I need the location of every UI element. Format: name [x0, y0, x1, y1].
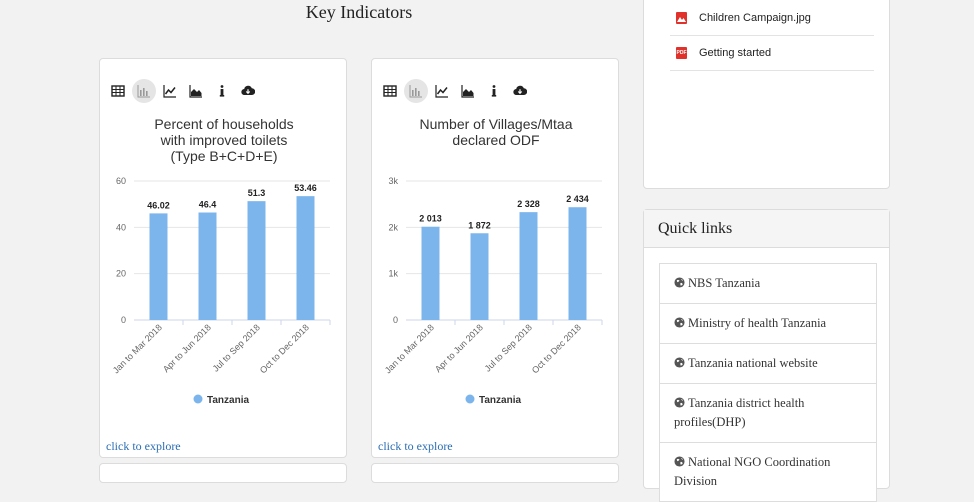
x-tick-label: Oct to Dec 2018	[530, 322, 583, 375]
y-tick-label: 1k	[388, 269, 398, 279]
globe-icon	[674, 357, 685, 368]
quick-link-label: Tanzania national website	[688, 356, 818, 370]
chart-odf: Number of Villages/Mtaa declared ODF 0 1k 2k…	[383, 116, 603, 407]
globe-icon	[674, 317, 685, 328]
quick-link-label: Tanzania district health profiles(DHP)	[674, 396, 805, 429]
quick-link-item[interactable]: Ministry of health Tanzania	[660, 304, 876, 344]
x-tick-label: Jan to Mar 2018	[111, 322, 164, 375]
bar[interactable]	[470, 233, 489, 320]
x-tick-label: Jul to Sep 2018	[211, 322, 262, 373]
globe-icon	[674, 456, 685, 467]
legend-label: Tanzania	[207, 395, 249, 406]
quick-link-item[interactable]: National NGO Coordination Division	[660, 443, 876, 502]
x-tick-label: Jan to Mar 2018	[383, 322, 436, 375]
legend-marker	[465, 394, 475, 404]
explore-link[interactable]: click to explore	[378, 439, 453, 454]
data-label: 51.3	[248, 188, 266, 198]
data-label: 46.02	[147, 200, 170, 210]
indicator-card-next-1	[99, 463, 347, 483]
x-tick-label: Apr to Jun 2018	[433, 322, 485, 374]
bar[interactable]	[519, 212, 538, 320]
y-tick-label: 2k	[388, 222, 398, 232]
quick-link-item[interactable]: NBS Tanzania	[660, 264, 876, 304]
data-label: 2 013	[419, 214, 442, 224]
y-tick-label: 0	[393, 315, 398, 325]
quick-links-list: NBS Tanzania Ministry of health Tanzania T…	[659, 263, 877, 502]
document-name: Children Campaign.jpg	[699, 12, 811, 24]
pdf-file-icon: PDF	[676, 47, 687, 59]
globe-icon	[674, 277, 685, 288]
bar[interactable]	[247, 201, 266, 320]
globe-icon	[674, 397, 685, 408]
x-tick-label: Oct to Dec 2018	[258, 322, 311, 375]
chart-title: Number of Villages/Mtaa declared ODF	[419, 116, 572, 148]
y-tick-label: 3k	[388, 176, 398, 186]
legend-marker	[193, 394, 203, 404]
document-item[interactable]: PDF Getting started	[670, 36, 874, 71]
y-tick-label: 20	[116, 269, 126, 279]
quick-links-title: Quick links	[644, 210, 889, 248]
legend-item[interactable]: Tanzania	[465, 394, 522, 407]
documents-panel: Children Campaign.jpg PDF Getting starte…	[643, 0, 890, 189]
data-label: 53.46	[294, 183, 317, 193]
quick-link-label: NBS Tanzania	[688, 276, 761, 290]
image-file-icon	[676, 12, 687, 24]
legend-item[interactable]: Tanzania	[193, 394, 250, 407]
x-tick-label: Jul to Sep 2018	[483, 322, 534, 373]
x-tick-label: Apr to Jun 2018	[161, 322, 213, 374]
bar[interactable]	[568, 207, 587, 320]
y-tick-label: 60	[116, 176, 126, 186]
bar[interactable]	[296, 196, 315, 320]
quick-link-item[interactable]: Tanzania national website	[660, 344, 876, 384]
bar[interactable]	[198, 212, 217, 320]
chart-title: Percent of households with improved toile…	[154, 116, 293, 164]
explore-link[interactable]: click to explore	[106, 439, 181, 454]
bar[interactable]	[149, 213, 168, 320]
data-label: 2 328	[517, 199, 540, 209]
bar[interactable]	[421, 226, 440, 320]
quick-link-item[interactable]: Tanzania district health profiles(DHP)	[660, 384, 876, 443]
data-label: 46.4	[199, 200, 217, 210]
quick-links-panel: Quick links NBS Tanzania Ministry of heal…	[643, 209, 890, 502]
indicator-card-odf: Number of Villages/Mtaa declared ODF 0 1k 2k…	[371, 58, 619, 458]
indicator-card-toilets: Percent of households with improved toile…	[99, 58, 347, 458]
chart-toilets: Percent of households with improved toile…	[111, 116, 331, 407]
document-name: Getting started	[699, 47, 772, 59]
indicator-card-next-2	[371, 463, 619, 483]
y-tick-label: 0	[121, 315, 126, 325]
document-item[interactable]: Children Campaign.jpg	[670, 1, 874, 36]
y-tick-label: 40	[116, 222, 126, 232]
data-label: 2 434	[566, 194, 589, 204]
legend-label: Tanzania	[479, 395, 521, 406]
data-label: 1 872	[468, 220, 491, 230]
page-title: Key Indicators	[305, 2, 413, 22]
quick-link-label: Ministry of health Tanzania	[688, 316, 827, 330]
